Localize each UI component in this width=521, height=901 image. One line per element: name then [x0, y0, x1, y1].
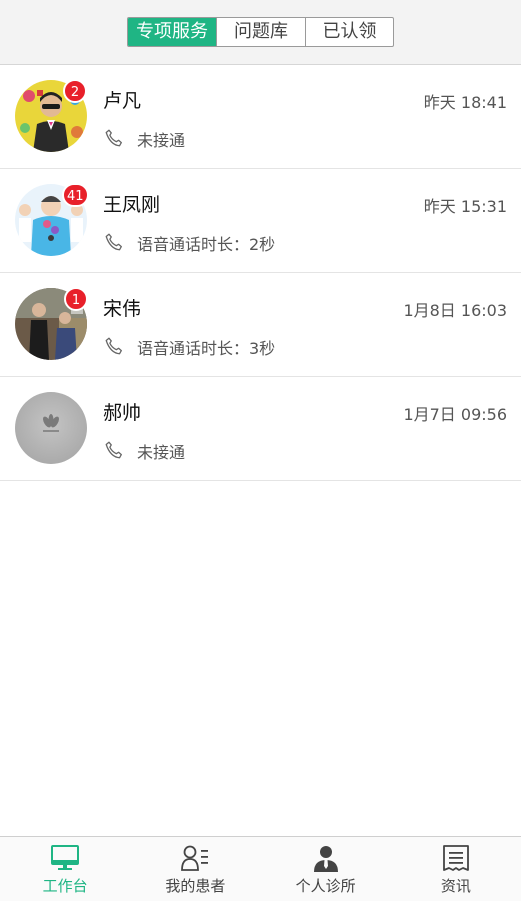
timestamp: 昨天 15:31	[423, 197, 507, 216]
nav-label: 个人诊所	[295, 877, 356, 895]
phone-icon	[105, 441, 122, 459]
nav-my-patients[interactable]: 我的患者	[130, 837, 260, 901]
timestamp: 1月7日 09:56	[403, 405, 507, 424]
list-item[interactable]: 2 卢凡 昨天 18:41 未接通	[0, 65, 521, 169]
tab-special-service[interactable]: 专项服务	[128, 18, 216, 46]
nav-label: 资讯	[440, 877, 471, 895]
unread-badge: 1	[64, 287, 88, 311]
tab-claimed[interactable]: 已认领	[305, 18, 393, 46]
conversation-list: 2 卢凡 昨天 18:41 未接通 41 王凤刚 昨天 15:31 语音通话时长…	[0, 65, 521, 481]
tab-question-bank[interactable]: 问题库	[216, 18, 305, 46]
avatar	[15, 392, 87, 464]
call-status: 未接通	[137, 443, 186, 462]
call-status: 未接通	[137, 131, 186, 150]
contact-name: 郝帅	[103, 402, 142, 424]
nav-news[interactable]: 资讯	[391, 837, 521, 901]
patients-icon	[181, 845, 209, 871]
nav-label: 我的患者	[165, 877, 226, 895]
segmented-tabs: 专项服务 问题库 已认领	[127, 17, 394, 47]
nav-workbench[interactable]: 工作台	[0, 837, 130, 901]
unread-badge: 2	[63, 79, 87, 103]
contact-name: 宋伟	[103, 298, 142, 320]
unread-badge: 41	[62, 183, 89, 207]
phone-icon	[105, 337, 122, 355]
phone-icon	[105, 233, 122, 251]
list-item[interactable]: 1 宋伟 1月8日 16:03 语音通话时长：3秒	[0, 273, 521, 377]
contact-name: 王凤刚	[103, 194, 161, 216]
timestamp: 1月8日 16:03	[403, 301, 507, 320]
bottom-nav: 工作台 我的患者 个人诊所 资讯	[0, 836, 521, 901]
news-icon	[442, 845, 469, 871]
monitor-icon	[51, 845, 80, 870]
nav-personal-clinic[interactable]: 个人诊所	[261, 837, 391, 901]
clinic-person-icon	[313, 846, 338, 872]
top-bar: 专项服务 问题库 已认领	[0, 0, 521, 65]
nav-label: 工作台	[42, 877, 88, 895]
contact-name: 卢凡	[103, 90, 142, 112]
call-status: 语音通话时长：2秒	[137, 235, 276, 254]
call-status: 语音通话时长：3秒	[137, 339, 276, 358]
list-item[interactable]: 郝帅 1月7日 09:56 未接通	[0, 377, 521, 481]
list-item[interactable]: 41 王凤刚 昨天 15:31 语音通话时长：2秒	[0, 169, 521, 273]
phone-icon	[105, 129, 122, 147]
timestamp: 昨天 18:41	[423, 93, 507, 112]
